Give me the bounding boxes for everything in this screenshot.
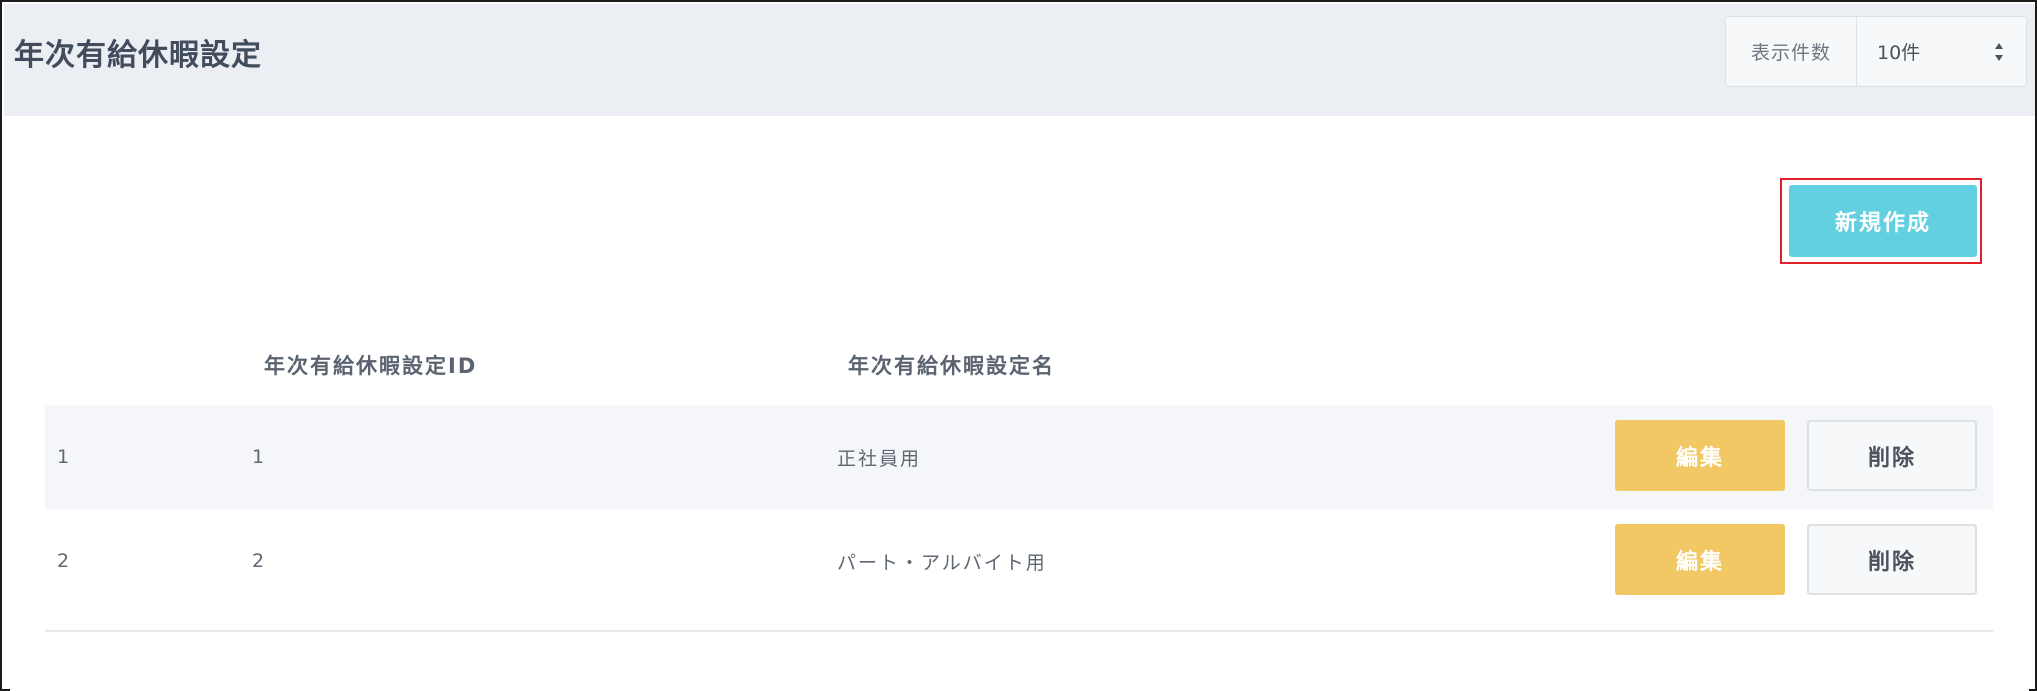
row-name: 正社員用 — [837, 447, 922, 470]
row-index: 2 — [57, 550, 72, 572]
row-id: 2 — [252, 550, 267, 572]
edit-button[interactable]: 編集 — [1615, 420, 1785, 491]
column-header-name: 年次有給休暇設定名 — [848, 354, 1055, 378]
delete-button[interactable]: 削除 — [1807, 420, 1977, 491]
table-row: 1 1 正社員用 編集 削除 — [45, 405, 1993, 509]
row-index: 1 — [57, 446, 72, 468]
table-divider — [45, 630, 1993, 632]
delete-button[interactable]: 削除 — [1807, 524, 1977, 595]
column-header-id: 年次有給休暇設定ID — [264, 354, 478, 378]
table-row: 2 2 パート・アルバイト用 編集 削除 — [45, 509, 1993, 613]
row-id: 1 — [252, 446, 267, 468]
app-frame: 年次有給休暇設定 表示件数 10件 新規作成 年次有給休暇設定ID 年次有給休暇… — [0, 0, 2037, 691]
new-create-button[interactable]: 新規作成 — [1789, 185, 1977, 257]
per-page-select[interactable]: 10件 — [1857, 17, 2026, 86]
per-page-label: 表示件数 — [1726, 17, 1857, 86]
per-page-value: 10件 — [1877, 42, 1921, 64]
edit-button[interactable]: 編集 — [1615, 524, 1785, 595]
per-page-control: 表示件数 10件 — [1725, 16, 2027, 87]
page-title: 年次有給休暇設定 — [14, 38, 262, 73]
sort-arrows-icon — [1995, 43, 2003, 61]
row-name: パート・アルバイト用 — [837, 551, 1047, 574]
